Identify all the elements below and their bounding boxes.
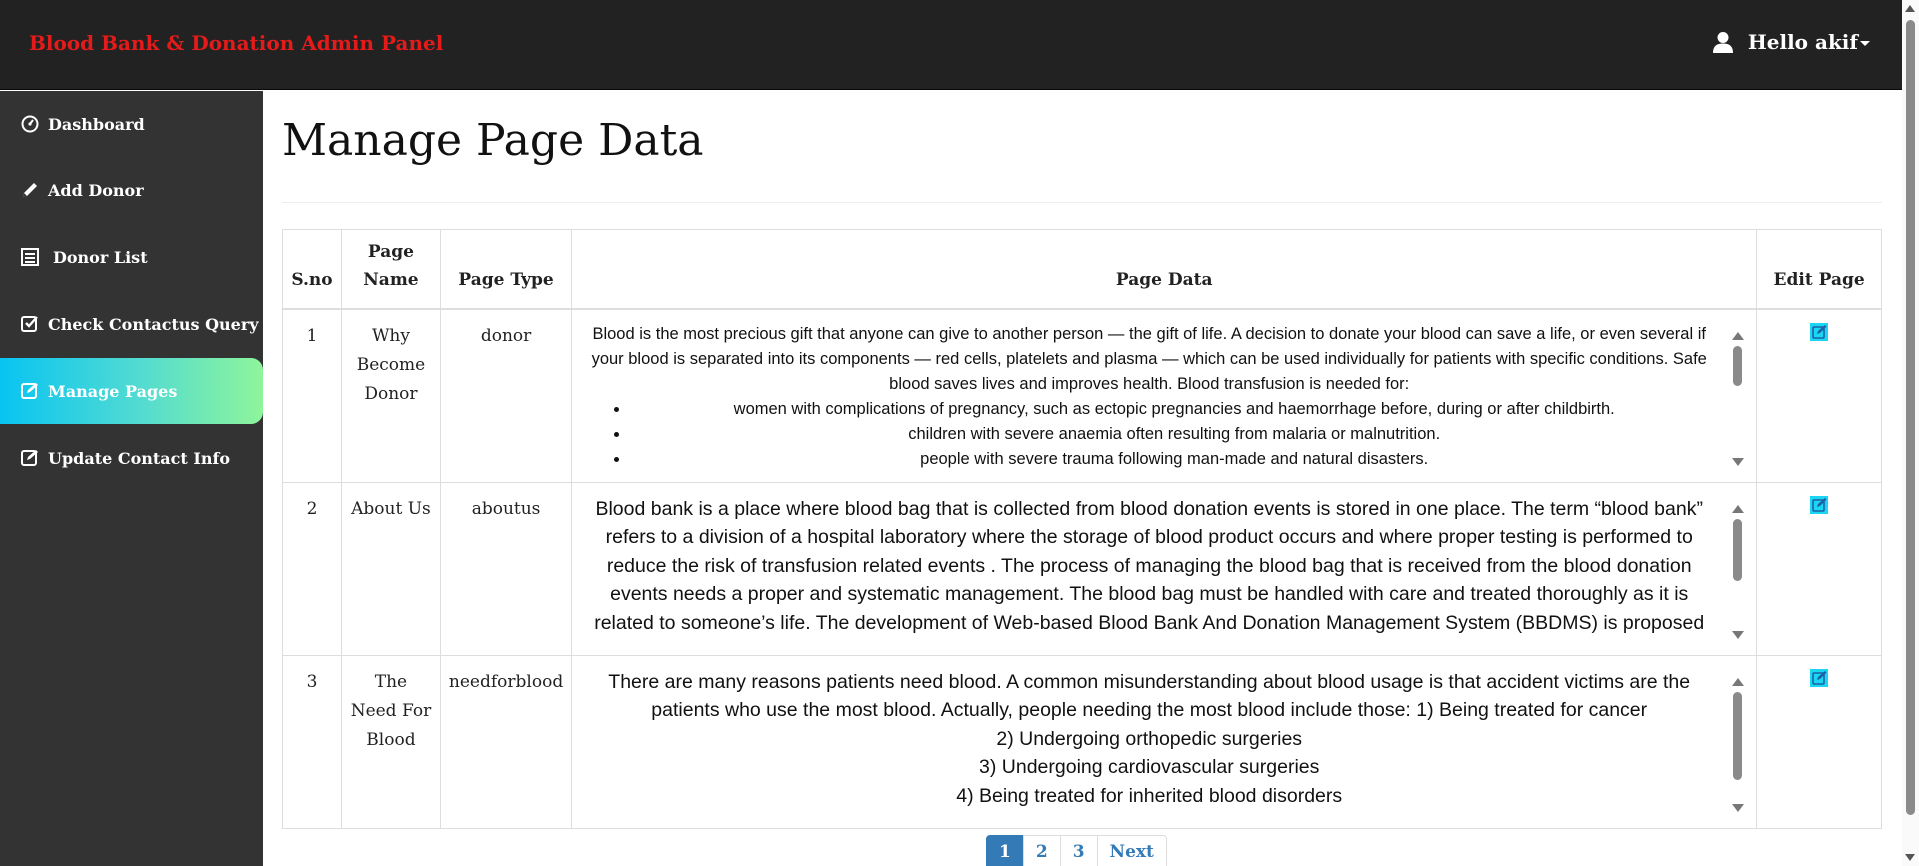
- edit-icon[interactable]: [1810, 322, 1829, 341]
- table-row: 1 Why Become Donor donor Blood is the mo…: [282, 308, 1882, 483]
- sidebar-item-label: Add Donor: [48, 180, 144, 200]
- sidebar-item-label: Manage Pages: [48, 381, 178, 401]
- table-row: 2 About Us aboutus Blood bank is a place…: [282, 481, 1882, 656]
- page-data-text: Blood bank is a place where blood bag th…: [594, 497, 1705, 634]
- page-data-line: 2) Undergoing orthopedic surgeries: [996, 727, 1303, 750]
- check-square-icon: [19, 313, 41, 335]
- sidebar-item-manage-pages[interactable]: Manage Pages: [0, 358, 263, 424]
- scroll-down-icon[interactable]: [1732, 803, 1745, 812]
- pencil-icon: [19, 179, 41, 201]
- chevron-down-icon: [1860, 41, 1870, 46]
- page-scrollbar[interactable]: [1902, 0, 1919, 866]
- page-data-line: There are many reasons patients need blo…: [608, 670, 1691, 722]
- list-item: women with complications of pregnancy, s…: [630, 397, 1718, 422]
- column-header: Page Data: [571, 229, 1758, 310]
- top-navbar: Blood Bank & Donation Admin Panel Hello …: [0, 0, 1902, 90]
- cell-page-type: needforblood: [439, 654, 573, 829]
- list-item: people with severe trauma following man-…: [630, 447, 1718, 470]
- textarea-scrollbar[interactable]: [1730, 504, 1745, 639]
- sidebar-item-label: Update Contact Info: [48, 448, 231, 468]
- cell-edit: [1756, 481, 1882, 656]
- sidebar-item-label: Dashboard: [48, 114, 145, 134]
- scroll-up-icon[interactable]: [1905, 5, 1915, 12]
- cell-page-name: Why Become Donor: [340, 308, 441, 483]
- sidebar-item-donor-list[interactable]: Donor List: [0, 224, 263, 290]
- edit-square-icon: [19, 447, 41, 469]
- brand-title[interactable]: Blood Bank & Donation Admin Panel: [29, 31, 443, 55]
- sidebar-item-update-contact-info[interactable]: Update Contact Info: [0, 425, 263, 491]
- page-title: Manage Page Data: [282, 115, 704, 166]
- pagination: 1 2 3 Next: [986, 835, 1167, 866]
- cell-sno: 3: [282, 654, 342, 829]
- page-link-3[interactable]: 3: [1059, 835, 1098, 866]
- column-header: Page Name: [340, 229, 441, 310]
- edit-icon[interactable]: [1810, 495, 1829, 514]
- cell-page-type: aboutus: [439, 481, 573, 656]
- sidebar: Dashboard Add Donor Donor List Check Con…: [0, 91, 263, 866]
- column-header: S.no: [282, 229, 342, 310]
- page-data-text: Blood is the most precious gift that any…: [591, 324, 1707, 393]
- user-menu[interactable]: Hello akif: [1712, 30, 1870, 54]
- cell-page-name: The Need For Blood: [340, 654, 441, 829]
- sidebar-item-dashboard[interactable]: Dashboard: [0, 91, 263, 157]
- user-greeting: Hello akif: [1747, 30, 1858, 54]
- scroll-thumb[interactable]: [1733, 518, 1743, 581]
- scroll-up-icon[interactable]: [1732, 504, 1745, 513]
- list-icon: [19, 246, 41, 268]
- page-data-line: 4) Being treated for inherited blood dis…: [956, 784, 1343, 807]
- page-data-line: 3) Undergoing cardiovascular surgeries: [979, 756, 1320, 778]
- edit-square-icon: [19, 380, 41, 402]
- page-data-textarea[interactable]: There are many reasons patients need blo…: [580, 668, 1748, 816]
- page-link-1[interactable]: 1: [986, 835, 1024, 866]
- cell-page-data: Blood bank is a place where blood bag th…: [571, 481, 1758, 656]
- column-header: Page Type: [439, 229, 573, 310]
- cell-page-data: Blood is the most precious gift that any…: [571, 308, 1758, 483]
- cell-page-name: About Us: [340, 481, 441, 656]
- table-header-row: S.no Page Name Page Type Page Data Edit …: [282, 229, 1882, 310]
- cell-edit: [1756, 308, 1882, 483]
- scroll-down-icon[interactable]: [1732, 630, 1745, 639]
- page-data-textarea[interactable]: Blood bank is a place where blood bag th…: [580, 495, 1748, 643]
- scroll-thumb[interactable]: [1733, 691, 1743, 780]
- scroll-down-icon[interactable]: [1905, 854, 1915, 861]
- scroll-thumb[interactable]: [1906, 20, 1915, 815]
- user-icon: [1712, 32, 1733, 53]
- pages-table: S.no Page Name Page Type Page Data Edit …: [282, 229, 1882, 829]
- cell-page-type: donor: [439, 308, 573, 483]
- sidebar-item-label: Donor List: [53, 247, 148, 267]
- edit-icon[interactable]: [1810, 668, 1829, 687]
- scroll-thumb[interactable]: [1733, 345, 1743, 386]
- cell-page-data: There are many reasons patients need blo…: [571, 654, 1758, 829]
- divider: [282, 202, 1882, 203]
- sidebar-item-check-contactus-query[interactable]: Check Contactus Query: [0, 291, 263, 357]
- scroll-up-icon[interactable]: [1732, 677, 1745, 686]
- page-link-2[interactable]: 2: [1022, 835, 1061, 866]
- table-row: 3 The Need For Blood needforblood There …: [282, 654, 1882, 829]
- sidebar-item-add-donor[interactable]: Add Donor: [0, 157, 263, 223]
- list-item: children with severe anaemia often resul…: [630, 422, 1718, 447]
- cell-sno: 1: [282, 308, 342, 483]
- sidebar-item-label: Check Contactus Query: [48, 314, 259, 334]
- cell-sno: 2: [282, 481, 342, 656]
- page-data-textarea[interactable]: Blood is the most precious gift that any…: [580, 322, 1748, 470]
- scroll-down-icon[interactable]: [1732, 457, 1745, 466]
- column-header: Edit Page: [1756, 229, 1882, 310]
- textarea-scrollbar[interactable]: [1730, 677, 1745, 812]
- page-data-list: women with complications of pregnancy, s…: [630, 397, 1718, 470]
- dashboard-icon: [19, 113, 41, 135]
- scroll-up-icon[interactable]: [1732, 331, 1745, 340]
- cell-edit: [1756, 654, 1882, 829]
- textarea-scrollbar[interactable]: [1730, 331, 1745, 466]
- next-page-link[interactable]: Next: [1096, 835, 1167, 866]
